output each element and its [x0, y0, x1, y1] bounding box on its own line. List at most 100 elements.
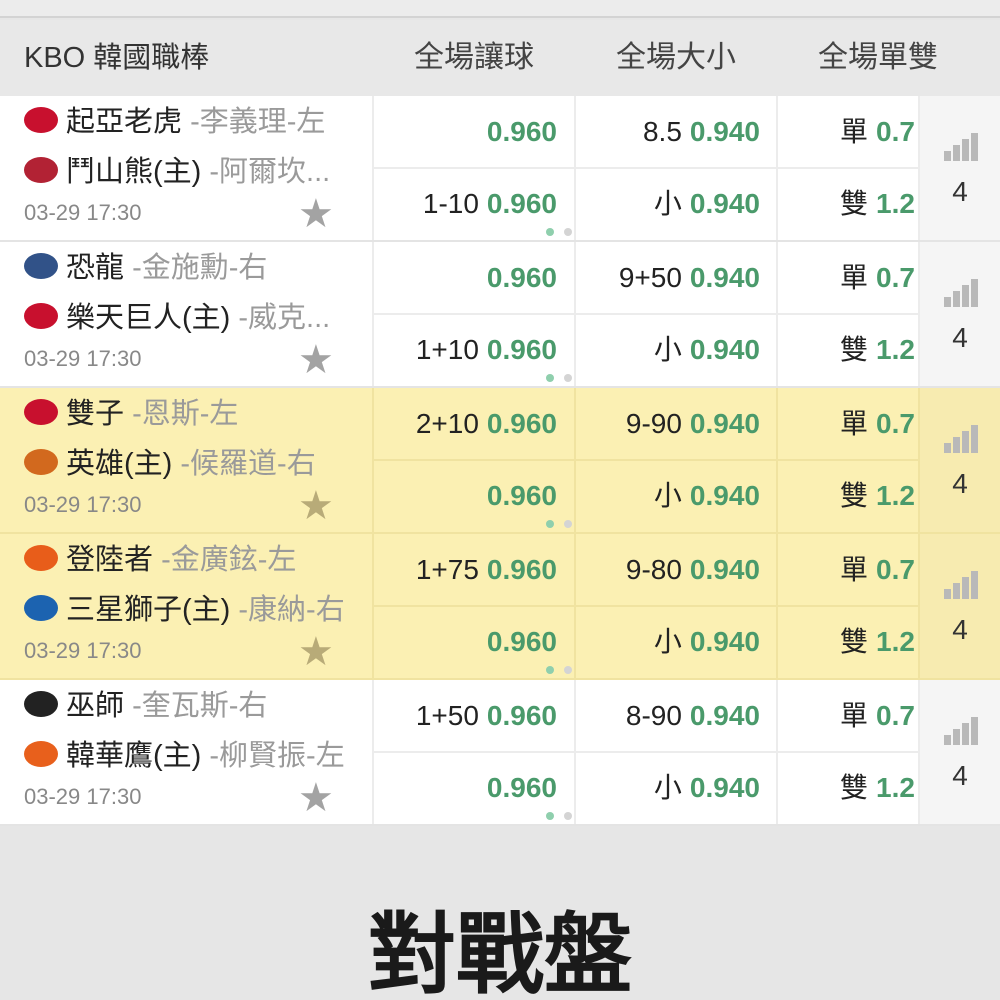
oddeven-label: 雙	[840, 480, 869, 511]
more-markets-button[interactable]: 4	[920, 388, 1000, 532]
signal-bars-icon	[944, 133, 978, 161]
star-icon[interactable]: ★	[298, 486, 334, 526]
handicap-line: 1+75	[415, 554, 479, 585]
odds-value: 0.960	[486, 480, 557, 511]
total-line: 8.5	[642, 116, 682, 147]
team-name: 三星獅子(主)	[66, 594, 231, 626]
away-team: 巫師 -奎瓦斯-右	[24, 686, 369, 726]
total-line: 小	[653, 480, 682, 511]
odds-value: 0.940	[689, 626, 760, 657]
handicap-bet-top[interactable]: 2+10 0.960	[374, 388, 557, 460]
total-bet-over[interactable]: 8.5 0.940	[576, 96, 760, 168]
team-name: 樂天巨人(主)	[66, 302, 231, 334]
home-team: 英雄(主) -候羅道-右	[24, 444, 369, 484]
odds-value: 1.2	[876, 480, 915, 511]
team-logo-icon	[24, 545, 58, 572]
handicap-bet-bottom[interactable]: 0.960	[374, 606, 557, 678]
odds-value: 1.2	[876, 626, 915, 657]
total-line: 小	[653, 334, 682, 365]
odd-bet[interactable]: 單 0.7	[778, 242, 918, 314]
team-name: 登陸者	[66, 544, 154, 576]
handicap-bet-top[interactable]: 0.960	[374, 242, 557, 314]
oddeven-label: 單	[840, 262, 869, 293]
footer-caption: 對戰盤	[367, 905, 632, 1000]
total-bet-under[interactable]: 小 0.940	[576, 168, 760, 240]
more-markets-button[interactable]: 4	[920, 242, 1000, 386]
team-logo-icon	[24, 253, 58, 280]
column-handicap: 全場讓球	[414, 41, 534, 74]
handicap-bet-bottom[interactable]: 1-10 0.960	[374, 168, 557, 240]
page-dots-icon	[546, 374, 576, 382]
star-icon[interactable]: ★	[298, 194, 334, 234]
handicap-bet-bottom[interactable]: 0.960	[374, 752, 557, 824]
total-bet-under[interactable]: 小 0.940	[576, 752, 760, 824]
oddeven-label: 單	[840, 554, 869, 585]
handicap-bet-top[interactable]: 1+50 0.960	[374, 680, 557, 752]
markets-count: 4	[952, 322, 968, 353]
league-title: KBO 韓國職棒	[24, 42, 210, 74]
page-dots-icon	[546, 520, 576, 528]
handicap-bet-top[interactable]: 0.960	[374, 96, 557, 168]
handicap-bet-bottom[interactable]: 0.960	[374, 460, 557, 532]
odd-bet[interactable]: 單 0.7	[778, 534, 918, 606]
total-line: 9-80	[625, 554, 682, 585]
page-dots-icon	[546, 666, 576, 674]
odds-value: 0.940	[689, 554, 760, 585]
total-bet-over[interactable]: 9+50 0.940	[576, 242, 760, 314]
even-bet[interactable]: 雙 1.2	[778, 314, 918, 386]
odd-bet[interactable]: 單 0.7	[778, 388, 918, 460]
odds-value: 0.7	[876, 116, 915, 147]
odds-value: 0.940	[689, 262, 760, 293]
even-bet[interactable]: 雙 1.2	[778, 752, 918, 824]
star-icon[interactable]: ★	[298, 632, 334, 672]
handicap-bet-bottom[interactable]: 1+10 0.960	[374, 314, 557, 386]
total-bet-under[interactable]: 小 0.940	[576, 460, 760, 532]
footer: 對戰盤	[0, 824, 1000, 1000]
away-team: 恐龍 -金施勳-右	[24, 248, 369, 288]
total-bet-under[interactable]: 小 0.940	[576, 606, 760, 678]
odds-value: 0.7	[876, 408, 915, 439]
match-time: 03-29 17:30	[24, 492, 142, 517]
pitcher-name: -威克...	[230, 302, 331, 334]
odd-bet[interactable]: 單 0.7	[778, 96, 918, 168]
match-list: 起亞老虎 -李義理-左 鬥山熊(主) -阿爾坎... 03-29 17:30 ★…	[0, 96, 1000, 826]
even-bet[interactable]: 雙 1.2	[778, 460, 918, 532]
even-bet[interactable]: 雙 1.2	[778, 168, 918, 240]
away-team: 登陸者 -金廣鉉-左	[24, 540, 369, 580]
markets-count: 4	[952, 614, 968, 645]
total-bet-over[interactable]: 8-90 0.940	[576, 680, 760, 752]
pitcher-name: -李義理-左	[182, 106, 326, 138]
oddeven-label: 單	[840, 408, 869, 439]
odds-value: 0.960	[486, 700, 557, 731]
markets-count: 4	[952, 176, 968, 207]
odd-bet[interactable]: 單 0.7	[778, 680, 918, 752]
odds-value: 1.2	[876, 334, 915, 365]
star-icon[interactable]: ★	[298, 778, 334, 818]
handicap-line: 2+10	[415, 408, 479, 439]
total-bet-over[interactable]: 9-80 0.940	[576, 534, 760, 606]
team-name: 雙子	[66, 398, 125, 430]
column-total: 全場大小	[616, 41, 736, 74]
match-row: 起亞老虎 -李義理-左 鬥山熊(主) -阿爾坎... 03-29 17:30 ★…	[0, 96, 1000, 242]
handicap-bet-top[interactable]: 1+75 0.960	[374, 534, 557, 606]
odds-value: 0.940	[689, 700, 760, 731]
pitcher-name: -柳賢振-左	[201, 740, 345, 772]
odds-value: 0.960	[486, 188, 557, 219]
more-markets-button[interactable]: 4	[920, 534, 1000, 678]
even-bet[interactable]: 雙 1.2	[778, 606, 918, 678]
match-row: 恐龍 -金施勳-右 樂天巨人(主) -威克... 03-29 17:30 ★ 0…	[0, 242, 1000, 388]
star-icon[interactable]: ★	[298, 340, 334, 380]
more-markets-button[interactable]: 4	[920, 96, 1000, 240]
match-time: 03-29 17:30	[24, 638, 142, 663]
odds-value: 0.960	[486, 262, 557, 293]
more-markets-button[interactable]: 4	[920, 680, 1000, 824]
total-bet-over[interactable]: 9-90 0.940	[576, 388, 760, 460]
pitcher-name: -恩斯-左	[124, 398, 239, 430]
pitcher-name: -金施勳-右	[124, 252, 268, 284]
pitcher-name: -候羅道-右	[172, 448, 316, 480]
team-logo-icon	[24, 157, 58, 184]
odds-value: 1.2	[876, 188, 915, 219]
markets-count: 4	[952, 468, 968, 499]
total-bet-under[interactable]: 小 0.940	[576, 314, 760, 386]
team-name: 韓華鷹(主)	[66, 740, 202, 772]
